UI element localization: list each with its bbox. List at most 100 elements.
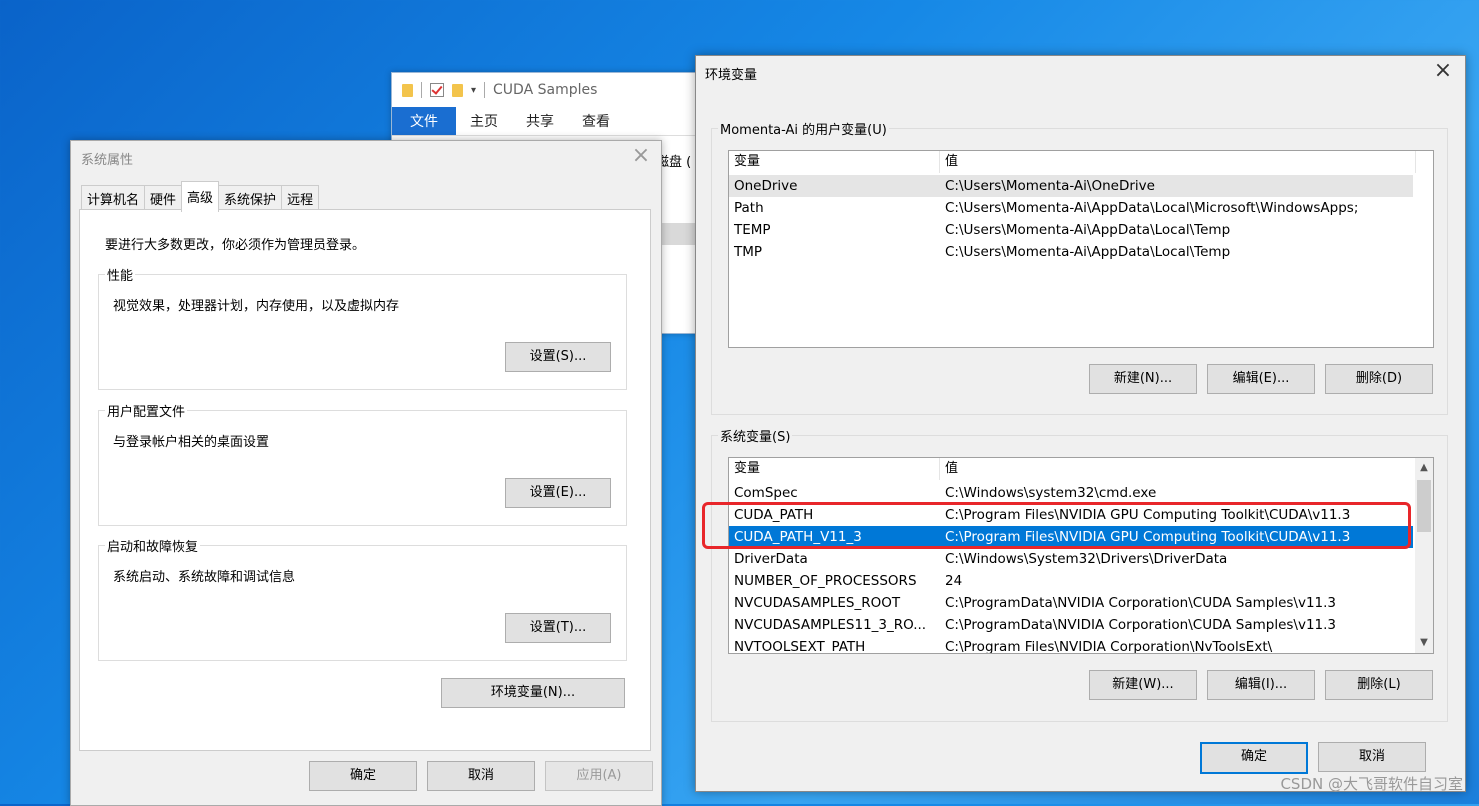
tab-hardware[interactable]: 硬件 <box>144 185 183 210</box>
close-icon[interactable]: × <box>631 145 651 167</box>
variable-name: NVCUDASAMPLES11_3_RO... <box>734 617 927 633</box>
apply-button[interactable]: 应用(A) <box>545 761 653 791</box>
variable-name: ComSpec <box>734 485 798 501</box>
table-row[interactable]: TMP C:\Users\Momenta-Ai\AppData\Local\Te… <box>729 241 1230 263</box>
table-row[interactable]: DriverData C:\Windows\System32\Drivers\D… <box>729 548 1227 570</box>
dialog-title: 环境变量 <box>705 68 758 83</box>
ribbon-tab-view[interactable]: 查看 <box>568 107 624 135</box>
system-variables-list[interactable]: 变量 值 ComSpec C:\Windows\system32\cmd.exe… <box>728 457 1434 654</box>
user-variables-label: Momenta-Ai 的用户变量(U) <box>718 119 889 138</box>
table-row[interactable]: CUDA_PATH C:\Program Files\NVIDIA GPU Co… <box>729 504 1350 526</box>
variable-name: NVTOOLSEXT_PATH <box>734 639 866 654</box>
column-header-variable[interactable]: 变量 <box>729 458 940 480</box>
cancel-button[interactable]: 取消 <box>1318 742 1426 772</box>
table-row[interactable]: NVCUDASAMPLES_ROOT C:\ProgramData\NVIDIA… <box>729 592 1336 614</box>
scroll-up-icon[interactable]: ▲ <box>1415 460 1433 476</box>
performance-desc: 视觉效果，处理器计划，内存使用，以及虚拟内存 <box>113 299 400 314</box>
variable-value: C:\Users\Momenta-Ai\OneDrive <box>945 178 1155 194</box>
user-profile-desc: 与登录帐户相关的桌面设置 <box>113 435 270 450</box>
variable-name: CUDA_PATH <box>734 507 814 523</box>
variable-name: DriverData <box>734 551 808 567</box>
system-new-button[interactable]: 新建(W)... <box>1089 670 1197 700</box>
variable-value: C:\Users\Momenta-Ai\AppData\Local\Temp <box>945 244 1231 260</box>
variable-value: C:\Program Files\NVIDIA GPU Computing To… <box>945 507 1351 523</box>
system-variables-group: 系统变量(S) 变量 值 ComSpec C:\Windows\system32… <box>711 426 1448 722</box>
folder-icon <box>402 83 413 97</box>
table-row-selected[interactable]: CUDA_PATH_V11_3 C:\Program Files\NVIDIA … <box>729 526 1413 548</box>
cancel-button[interactable]: 取消 <box>427 761 535 791</box>
variable-name: OneDrive <box>734 178 798 194</box>
tab-advanced[interactable]: 高级 <box>181 181 220 212</box>
performance-legend: 性能 <box>105 265 136 284</box>
separator <box>421 82 422 98</box>
tab-system-protection[interactable]: 系统保护 <box>218 185 283 210</box>
vertical-scrollbar[interactable]: ▲ ▼ <box>1415 458 1433 653</box>
column-header-value[interactable]: 值 <box>940 151 1416 173</box>
variable-name: TEMP <box>734 222 771 238</box>
variable-name: CUDA_PATH_V11_3 <box>734 529 862 545</box>
close-icon[interactable]: × <box>1433 60 1453 82</box>
table-row[interactable]: TEMP C:\Users\Momenta-Ai\AppData\Local\T… <box>729 219 1230 241</box>
ribbon-tab-share[interactable]: 共享 <box>512 107 568 135</box>
ok-button[interactable]: 确定 <box>1200 742 1308 774</box>
user-variables-group: Momenta-Ai 的用户变量(U) 变量 值 OneDrive C:\Use… <box>711 119 1448 415</box>
variable-value: C:\Windows\system32\cmd.exe <box>945 485 1157 501</box>
startup-recovery-group: 启动和故障恢复 系统启动、系统故障和调试信息 设置(T)... <box>98 536 627 661</box>
properties-icon[interactable] <box>430 83 444 97</box>
variable-name: Path <box>734 200 764 216</box>
user-edit-button[interactable]: 编辑(E)... <box>1207 364 1315 394</box>
new-folder-icon[interactable] <box>452 83 463 97</box>
user-delete-button[interactable]: 删除(D) <box>1325 364 1433 394</box>
table-row[interactable]: NVCUDASAMPLES11_3_RO... C:\ProgramData\N… <box>729 614 1336 636</box>
tab-computer-name[interactable]: 计算机名 <box>81 185 146 210</box>
table-row[interactable]: OneDrive C:\Users\Momenta-Ai\OneDrive <box>729 175 1413 197</box>
system-edit-button[interactable]: 编辑(I)... <box>1207 670 1315 700</box>
startup-recovery-desc: 系统启动、系统故障和调试信息 <box>113 570 296 585</box>
user-new-button[interactable]: 新建(N)... <box>1089 364 1197 394</box>
variable-value: C:\Program Files\NVIDIA Corporation\NvTo… <box>945 639 1273 654</box>
table-row[interactable]: Path C:\Users\Momenta-Ai\AppData\Local\M… <box>729 197 1358 219</box>
variable-value: C:\Users\Momenta-Ai\AppData\Local\Temp <box>945 222 1231 238</box>
variable-name: NUMBER_OF_PROCESSORS <box>734 573 917 589</box>
environment-variables-button[interactable]: 环境变量(N)... <box>441 678 625 708</box>
column-header-variable[interactable]: 变量 <box>729 151 940 173</box>
watermark: CSDN @大飞哥软件自习室 <box>1280 775 1463 793</box>
admin-note: 要进行大多数更改，你必须作为管理员登录。 <box>105 238 366 253</box>
explorer-title: CUDA Samples <box>493 82 598 98</box>
ribbon-tab-file[interactable]: 文件 <box>392 107 456 135</box>
performance-settings-button[interactable]: 设置(S)... <box>505 342 611 372</box>
user-variables-list[interactable]: 变量 值 OneDrive C:\Users\Momenta-Ai\OneDri… <box>728 150 1434 348</box>
variable-value: 24 <box>945 573 963 589</box>
explorer-titlebar: ▾ CUDA Samples <box>392 73 702 107</box>
ribbon-tab-home[interactable]: 主页 <box>456 107 512 135</box>
system-properties-dialog: 系统属性 × 计算机名 硬件 高级 系统保护 远程 要进行大多数更改，你必须作为… <box>70 140 662 806</box>
list-header: 变量 值 <box>729 151 1433 173</box>
environment-variables-dialog: 环境变量 × Momenta-Ai 的用户变量(U) 变量 值 OneDrive… <box>695 55 1466 792</box>
ok-button[interactable]: 确定 <box>309 761 417 791</box>
table-row[interactable]: NUMBER_OF_PROCESSORS 24 <box>729 570 962 592</box>
system-variables-label: 系统变量(S) <box>718 426 793 445</box>
tab-remote[interactable]: 远程 <box>281 185 320 210</box>
performance-group: 性能 视觉效果，处理器计划，内存使用，以及虚拟内存 设置(S)... <box>98 265 627 390</box>
column-header-value[interactable]: 值 <box>940 458 1416 480</box>
variable-value: C:\ProgramData\NVIDIA Corporation\CUDA S… <box>945 617 1337 633</box>
scroll-thumb[interactable] <box>1417 480 1431 532</box>
scroll-down-icon[interactable]: ▼ <box>1415 635 1433 651</box>
dialog-title: 系统属性 <box>81 153 134 168</box>
startup-recovery-legend: 启动和故障恢复 <box>105 536 201 555</box>
user-profile-settings-button[interactable]: 设置(E)... <box>505 478 611 508</box>
user-profile-group: 用户配置文件 与登录帐户相关的桌面设置 设置(E)... <box>98 401 627 526</box>
tab-strip: 计算机名 硬件 高级 系统保护 远程 <box>81 181 320 212</box>
variable-name: NVCUDASAMPLES_ROOT <box>734 595 901 611</box>
separator <box>484 82 486 98</box>
startup-settings-button[interactable]: 设置(T)... <box>505 613 611 643</box>
list-header: 变量 值 <box>729 458 1433 480</box>
advanced-panel: 要进行大多数更改，你必须作为管理员登录。 性能 视觉效果，处理器计划，内存使用，… <box>79 209 651 751</box>
system-delete-button[interactable]: 删除(L) <box>1325 670 1433 700</box>
table-row[interactable]: ComSpec C:\Windows\system32\cmd.exe <box>729 482 1156 504</box>
explorer-ribbon: 文件 主页 共享 查看 <box>392 107 702 136</box>
table-row[interactable]: NVTOOLSEXT_PATH C:\Program Files\NVIDIA … <box>729 636 1273 654</box>
customize-arrow-icon[interactable]: ▾ <box>471 85 476 96</box>
variable-name: TMP <box>734 244 763 260</box>
variable-value: C:\Windows\System32\Drivers\DriverData <box>945 551 1228 567</box>
